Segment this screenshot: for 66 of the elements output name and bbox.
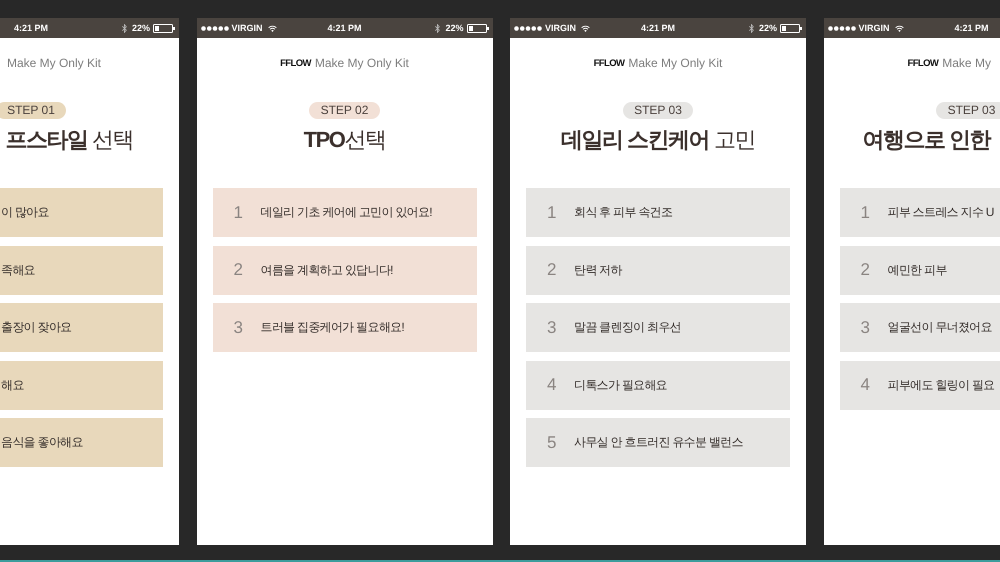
option-button[interactable]: 해요 bbox=[0, 360, 163, 410]
battery-icon bbox=[153, 24, 175, 32]
wifi-icon bbox=[268, 24, 277, 32]
step-title: 여행으로 인한 bbox=[862, 126, 992, 154]
status-time: 4:21 PM bbox=[14, 23, 48, 33]
signal-icon bbox=[828, 26, 856, 30]
step-badge: STEP 03 bbox=[622, 102, 694, 119]
step-badge: STEP 02 bbox=[309, 102, 380, 119]
option-number: 4 bbox=[547, 375, 558, 395]
carrier-name: VIRGIN bbox=[858, 23, 890, 33]
signal-icon bbox=[514, 26, 542, 30]
option-button[interactable]: 4 피부에도 힐링이 필요 bbox=[840, 360, 1000, 410]
option-number: 3 bbox=[860, 318, 871, 338]
battery-percent: 22% bbox=[132, 23, 150, 33]
brand-logo: FFLOW bbox=[280, 58, 311, 68]
battery-icon bbox=[466, 24, 488, 32]
option-number: 3 bbox=[234, 318, 244, 338]
bluetooth-icon bbox=[748, 24, 754, 32]
battery-percent: 22% bbox=[445, 23, 464, 33]
status-time: 4:21 PM bbox=[327, 23, 362, 33]
option-button[interactable]: 2 탄력 저하 bbox=[526, 246, 790, 294]
option-button[interactable]: 3 얼굴선이 무너졌어요 bbox=[840, 303, 1000, 352]
option-button[interactable]: 3 말끔 클렌징이 최우선 bbox=[526, 303, 790, 352]
bluetooth-icon bbox=[435, 24, 440, 32]
option-button[interactable]: 족해요 bbox=[0, 246, 163, 294]
option-button[interactable]: 2 예민한 피부 bbox=[840, 246, 1000, 294]
brand-tagline: Make My Only Kit bbox=[6, 56, 101, 70]
option-button[interactable]: 5 사무실 안 흐트러진 유수분 밸런스 bbox=[526, 418, 790, 467]
option-number: 1 bbox=[234, 202, 244, 222]
step-title: 프스타일 선택 bbox=[4, 126, 134, 154]
battery-percent: 22% bbox=[758, 23, 777, 33]
option-button[interactable]: 1 회식 후 피부 속건조 bbox=[526, 188, 790, 237]
option-button[interactable]: 출장이 잦아요 bbox=[0, 303, 163, 352]
option-number: 1 bbox=[860, 202, 871, 222]
wifi-icon bbox=[581, 24, 590, 32]
step-title: 데일리 스킨케어 고민 bbox=[560, 126, 756, 154]
brand-tagline: Make My Only Kit bbox=[314, 56, 409, 70]
option-button[interactable]: 음식을 좋아해요 bbox=[0, 418, 163, 467]
option-button[interactable]: 3 트러블 집중케어가 필요해요! bbox=[212, 303, 476, 352]
option-button[interactable]: 4 디톡스가 필요해요 bbox=[526, 360, 790, 410]
step-badge: STEP 01 bbox=[0, 102, 66, 119]
carrier-name: VIRGIN bbox=[545, 23, 576, 33]
option-button[interactable]: 이 많아요 bbox=[0, 188, 163, 237]
brand-logo: FFLOW bbox=[594, 58, 624, 68]
wifi-icon bbox=[894, 24, 904, 32]
option-number: 1 bbox=[547, 202, 558, 222]
option-number: 2 bbox=[547, 260, 558, 280]
status-time: 4:21 PM bbox=[954, 23, 988, 33]
option-number: 3 bbox=[547, 318, 558, 338]
brand-tagline: Make My bbox=[942, 56, 991, 70]
battery-icon bbox=[780, 24, 802, 32]
step-badge: STEP 03 bbox=[936, 102, 1000, 119]
option-button[interactable]: 1 데일리 기초 케어에 고민이 있어요! bbox=[212, 188, 476, 237]
option-button[interactable]: 1 피부 스트레스 지수 U bbox=[840, 188, 1000, 237]
brand-tagline: Make My Only Kit bbox=[628, 56, 722, 70]
bluetooth-icon bbox=[122, 24, 127, 32]
option-button[interactable]: 2 여름을 계획하고 있답니다! bbox=[212, 246, 476, 294]
option-number: 2 bbox=[234, 260, 244, 280]
signal-icon bbox=[200, 26, 228, 30]
option-number: 2 bbox=[860, 260, 871, 280]
step-title: TPO선택 bbox=[302, 126, 386, 154]
status-time: 4:21 PM bbox=[640, 23, 675, 33]
option-number: 4 bbox=[860, 375, 871, 395]
option-number: 5 bbox=[547, 432, 558, 452]
brand-logo: FFLOW bbox=[908, 58, 938, 68]
carrier-name: VIRGIN bbox=[232, 23, 263, 33]
